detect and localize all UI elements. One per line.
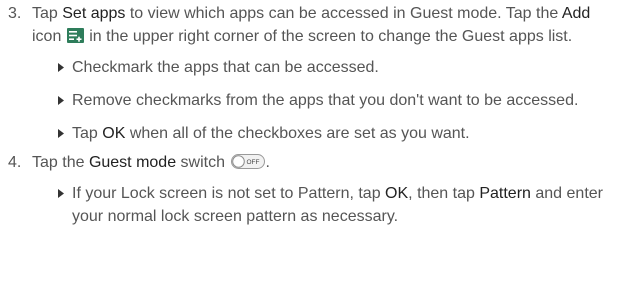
list-item: Tap OK when all of the checkboxes are se… — [58, 122, 622, 145]
bullet-text: Checkmark the apps that can be accessed. — [72, 59, 379, 76]
triangle-bullet-icon — [58, 56, 72, 79]
ok-term: OK — [102, 125, 126, 142]
bullet-list: If your Lock screen is not set to Patter… — [32, 182, 622, 228]
step-number: 4. — [8, 154, 22, 171]
ok-term: OK — [385, 185, 409, 202]
list-item: If your Lock screen is not set to Patter… — [58, 182, 622, 228]
triangle-bullet-icon — [58, 182, 72, 205]
toggle-switch-icon: OFF — [231, 154, 266, 169]
triangle-bullet-icon — [58, 122, 72, 145]
pattern-term: Pattern — [479, 185, 531, 202]
set-apps-term: Set apps — [62, 5, 126, 22]
triangle-bullet-icon — [58, 89, 72, 112]
switch-off-label: OFF — [247, 159, 260, 166]
bullet-text: Remove checkmarks from the apps that you… — [72, 92, 579, 109]
add-list-icon — [66, 28, 84, 43]
step-3: 3. Tap Set apps to view which apps can b… — [8, 2, 622, 145]
list-item: Checkmark the apps that can be accessed. — [58, 56, 622, 79]
bullet-text: If your Lock screen is not set to Patter… — [72, 185, 603, 225]
add-term: Add — [561, 5, 591, 22]
step-4: 4. Tap the Guest mode switch OFF . If yo… — [8, 151, 622, 228]
bullet-list: Checkmark the apps that can be accessed.… — [32, 56, 622, 145]
list-item: Remove checkmarks from the apps that you… — [58, 89, 622, 112]
step-body: Tap Set apps to view which apps can be a… — [32, 2, 622, 145]
step-body: Tap the Guest mode switch OFF . If your … — [32, 151, 622, 228]
step-text: Tap Set apps to view which apps can be a… — [32, 5, 591, 45]
step-number: 3. — [8, 5, 22, 22]
manual-page: 3. Tap Set apps to view which apps can b… — [0, 0, 632, 305]
step-text: Tap the Guest mode switch OFF . — [32, 154, 270, 171]
guest-mode-term: Guest mode — [88, 154, 177, 171]
bullet-text: Tap OK when all of the checkboxes are se… — [72, 125, 470, 142]
